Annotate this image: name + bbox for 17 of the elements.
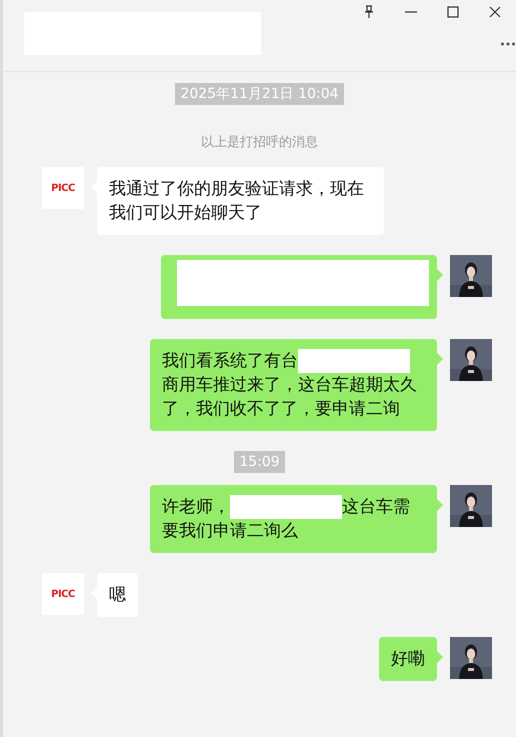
message-bubble: 我们看系统了有台 商用车推过来了，这台车超期太久了，我们收不了了，要申请二询 — [150, 339, 437, 431]
message-bubble: 嗯 — [97, 573, 138, 617]
pin-icon[interactable] — [362, 5, 376, 19]
bubble-tail-icon — [437, 651, 443, 663]
maximize-icon[interactable] — [446, 5, 460, 19]
logo-avatar[interactable]: PICC — [42, 167, 84, 209]
system-notice: 以上是打招呼的消息 — [201, 134, 318, 151]
logo-avatar[interactable]: PICC — [42, 573, 84, 615]
bubble-tail-icon — [437, 353, 443, 365]
timestamp: 2025年11月21日 10:04 — [175, 83, 344, 105]
close-icon[interactable] — [488, 5, 502, 19]
timestamp: 15:09 — [234, 451, 285, 473]
message-bubble: 好嘞 — [379, 637, 437, 681]
message-bubble: 我通过了你的朋友验证请求，现在我们可以开始聊天了 — [97, 167, 384, 235]
message-bubble: 许老师， 这台车需要我们申请二询么 — [150, 485, 437, 553]
bubble-tail-icon — [437, 499, 443, 511]
more-icon[interactable] — [500, 40, 516, 48]
